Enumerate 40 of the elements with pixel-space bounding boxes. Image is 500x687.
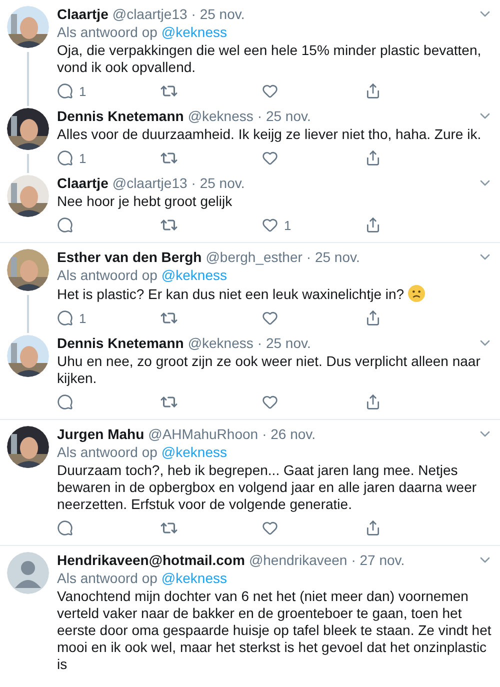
reply-button[interactable]: 1 (57, 309, 160, 327)
tweet-text: Het is plastic? Er kan dus niet een leuk waxinelichtje in? (57, 285, 497, 303)
author-name[interactable]: Jurgen Mahu (57, 426, 144, 443)
author-name[interactable]: Hendrikaveen@hotmail.com (57, 552, 245, 569)
author-handle[interactable]: @claartje13 (112, 175, 188, 192)
tweet-text: Alles voor de duurzaamheid. Ik keijg ze liever niet tho, haha. Zure ik. (57, 126, 482, 143)
tweet-date[interactable]: · 25 nov. (191, 175, 245, 192)
mention-link[interactable]: @kekness (161, 570, 227, 587)
mention-link[interactable]: @kekness (161, 267, 227, 284)
author-handle[interactable]: @kekness (188, 108, 254, 125)
reply-button[interactable]: 1 (57, 82, 160, 100)
tweet-text: Vanochtend mijn dochter van 6 net het (niet meer dan) voornemen verteld vaker naar de bakker en de groenteboer te gaan, toen het eerste door oma gespaarde huisje op tafel bleek te staan. Ze vindt het mooi en ik ook wel, maar het sterkst is het gevoel dat het onzinplastic is (57, 588, 492, 673)
author-name[interactable]: Claartje (57, 175, 108, 192)
reply-context: Als antwoord op (57, 570, 158, 587)
author-handle[interactable]: @claartje13 (112, 6, 188, 23)
tweet-date[interactable]: · 25 nov. (191, 6, 245, 23)
reply-context: Als antwoord op (57, 24, 158, 41)
tweet-text: Oja, die verpakkingen die wel een hele 15% minder plastic bevatten, vond ik ook opvallend. (57, 42, 482, 76)
reply-context: Als antwoord op (57, 444, 158, 461)
author-handle[interactable]: @kekness (188, 335, 254, 352)
author-name[interactable]: Claartje (57, 6, 108, 23)
tweet-text: Nee hoor je hebt groot gelijk (57, 193, 234, 210)
tweet-date[interactable]: · 25 nov. (257, 108, 311, 125)
tweet-text: Uhu en nee, zo groot zijn ze ook weer niet. Dus verplicht alleen naar kijken. (57, 353, 482, 387)
tweet-date[interactable]: · 25 nov. (306, 249, 360, 266)
reply-context: Als antwoord op (57, 267, 158, 284)
author-name[interactable]: Dennis Knetemann (57, 108, 184, 125)
like-button[interactable]: 1 (262, 216, 364, 234)
author-name[interactable]: Dennis Knetemann (57, 335, 184, 352)
tweet-date[interactable]: · 27 nov. (351, 552, 405, 569)
tweet-text: Duurzaam toch?, heb ik begrepen... Gaat jaren lang mee. Netjes bewaren in de opbergbox en volgend jaar en alle jaren daarna weer neerzetten. Erfstuk voor de volgende generatie. (57, 462, 478, 513)
author-name[interactable]: Esther van den Bergh (57, 249, 202, 266)
author-handle[interactable]: @hendrikaveen (248, 552, 348, 569)
mention-link[interactable]: @kekness (161, 444, 227, 461)
author-handle[interactable]: @bergh_esther (206, 249, 302, 266)
tweet-date[interactable]: · 26 nov. (262, 426, 316, 443)
author-handle[interactable]: @AHMahuRhoon (148, 426, 258, 443)
tweet-date[interactable]: · 25 nov. (257, 335, 311, 352)
mention-link[interactable]: @kekness (161, 24, 227, 41)
reply-button[interactable]: 1 (57, 149, 160, 167)
